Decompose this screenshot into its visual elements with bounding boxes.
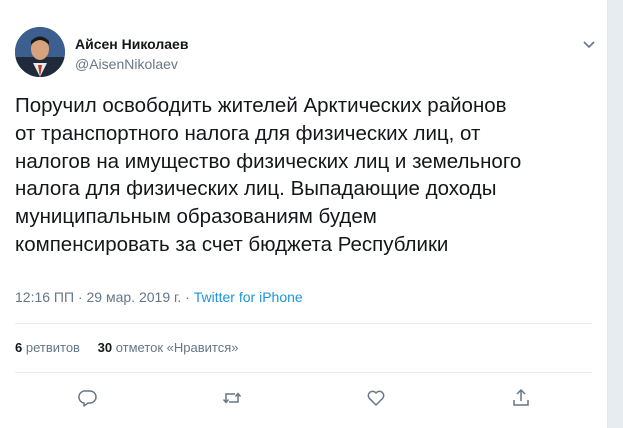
- avatar-image: [15, 27, 65, 77]
- retweets-label: ретвитов: [25, 340, 80, 355]
- share-icon[interactable]: [509, 386, 533, 410]
- tweet-stats: 6 ретвитов 30 отметок «Нравится»: [15, 340, 252, 355]
- tweet-card: Айсен Николаев @AisenNikolaev Поручил ос…: [0, 0, 608, 428]
- likes-stat[interactable]: 30 отметок «Нравится»: [98, 340, 239, 355]
- retweets-count: 6: [15, 340, 23, 355]
- likes-label: отметок «Нравится»: [115, 340, 239, 355]
- divider-bottom: [15, 372, 592, 373]
- heart-icon[interactable]: [364, 386, 388, 410]
- author-name[interactable]: Айсен Николаев: [75, 36, 188, 52]
- meta-separator: ·: [74, 289, 87, 305]
- tweet-date[interactable]: 29 мар. 2019 г.: [87, 289, 182, 305]
- tweet-text: Поручил освободить жителей Арктических р…: [15, 94, 522, 256]
- chevron-down-icon[interactable]: [582, 37, 596, 49]
- tweet-source-link[interactable]: Twitter for iPhone: [194, 289, 303, 305]
- reply-icon[interactable]: [76, 386, 100, 410]
- divider-top: [15, 323, 592, 324]
- tweet-metadata: 12:16 ПП · 29 мар. 2019 г. · Twitter for…: [15, 289, 303, 305]
- retweets-stat[interactable]: 6 ретвитов: [15, 340, 80, 355]
- avatar[interactable]: [15, 27, 65, 77]
- meta-separator-2: ·: [181, 289, 194, 305]
- author-handle[interactable]: @AisenNikolaev: [75, 56, 178, 72]
- likes-count: 30: [97, 340, 113, 355]
- retweet-icon[interactable]: [220, 386, 244, 410]
- tweet-actions: [0, 378, 607, 418]
- tweet-time[interactable]: 12:16 ПП: [15, 289, 74, 305]
